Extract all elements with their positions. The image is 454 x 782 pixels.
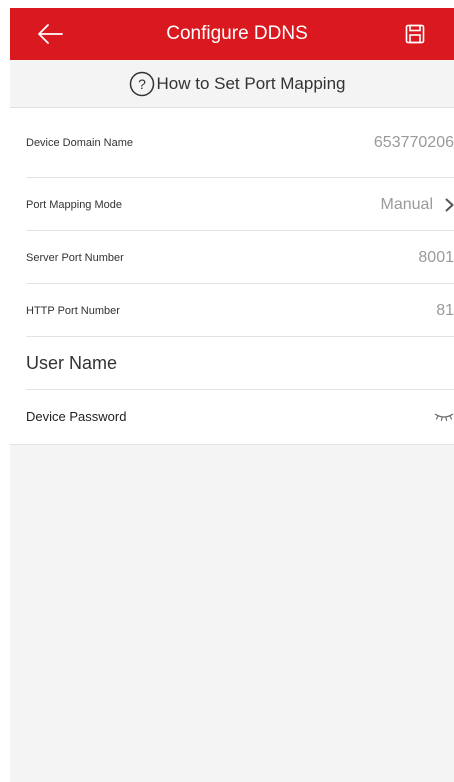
page-title: Configure DDNS: [166, 23, 308, 44]
save-button[interactable]: [398, 20, 432, 48]
port-mapping-mode-row[interactable]: Port Mapping Mode Manual: [26, 178, 454, 231]
http-port-value[interactable]: 81: [436, 284, 454, 337]
arrow-left-icon: [38, 24, 63, 44]
help-label: How to Set Port Mapping: [156, 73, 346, 93]
top-bar: Configure DDNS: [10, 8, 454, 60]
chevron-right-icon: [445, 198, 454, 211]
server-port-label: Server Port Number: [26, 251, 124, 264]
server-port-row[interactable]: Server Port Number 8001: [26, 231, 454, 284]
password-input[interactable]: Device Password: [26, 390, 126, 443]
save-icon: [405, 24, 425, 44]
server-port-value[interactable]: 8001: [418, 231, 454, 284]
domain-name-label: Device Domain Name: [26, 137, 133, 149]
port-mapping-mode-label: Port Mapping Mode: [26, 198, 122, 211]
port-mapping-mode-value[interactable]: Manual: [381, 178, 454, 231]
ddns-settings-list: Device Domain Name 653770206 Port Mappin…: [10, 107, 454, 445]
username-field[interactable]: User Name: [26, 337, 454, 390]
domain-name-row[interactable]: Device Domain Name 653770206: [26, 108, 454, 178]
domain-name-value[interactable]: 653770206: [374, 108, 454, 178]
password-field[interactable]: Device Password: [26, 390, 454, 443]
app-screen: Configure DDNS ? How to Set Port Mapping…: [10, 8, 454, 782]
back-button[interactable]: [30, 20, 70, 48]
mode-value-text: Manual: [380, 195, 433, 213]
port-mapping-help-link[interactable]: ? How to Set Port Mapping: [10, 60, 454, 107]
show-password-toggle[interactable]: [434, 390, 454, 443]
http-port-label: HTTP Port Number: [26, 304, 120, 317]
http-port-row[interactable]: HTTP Port Number 81: [26, 284, 454, 337]
svg-text:?: ?: [138, 76, 146, 92]
question-circle-icon: ?: [129, 71, 154, 96]
username-input[interactable]: User Name: [26, 337, 117, 390]
eye-closed-icon: [434, 412, 454, 421]
